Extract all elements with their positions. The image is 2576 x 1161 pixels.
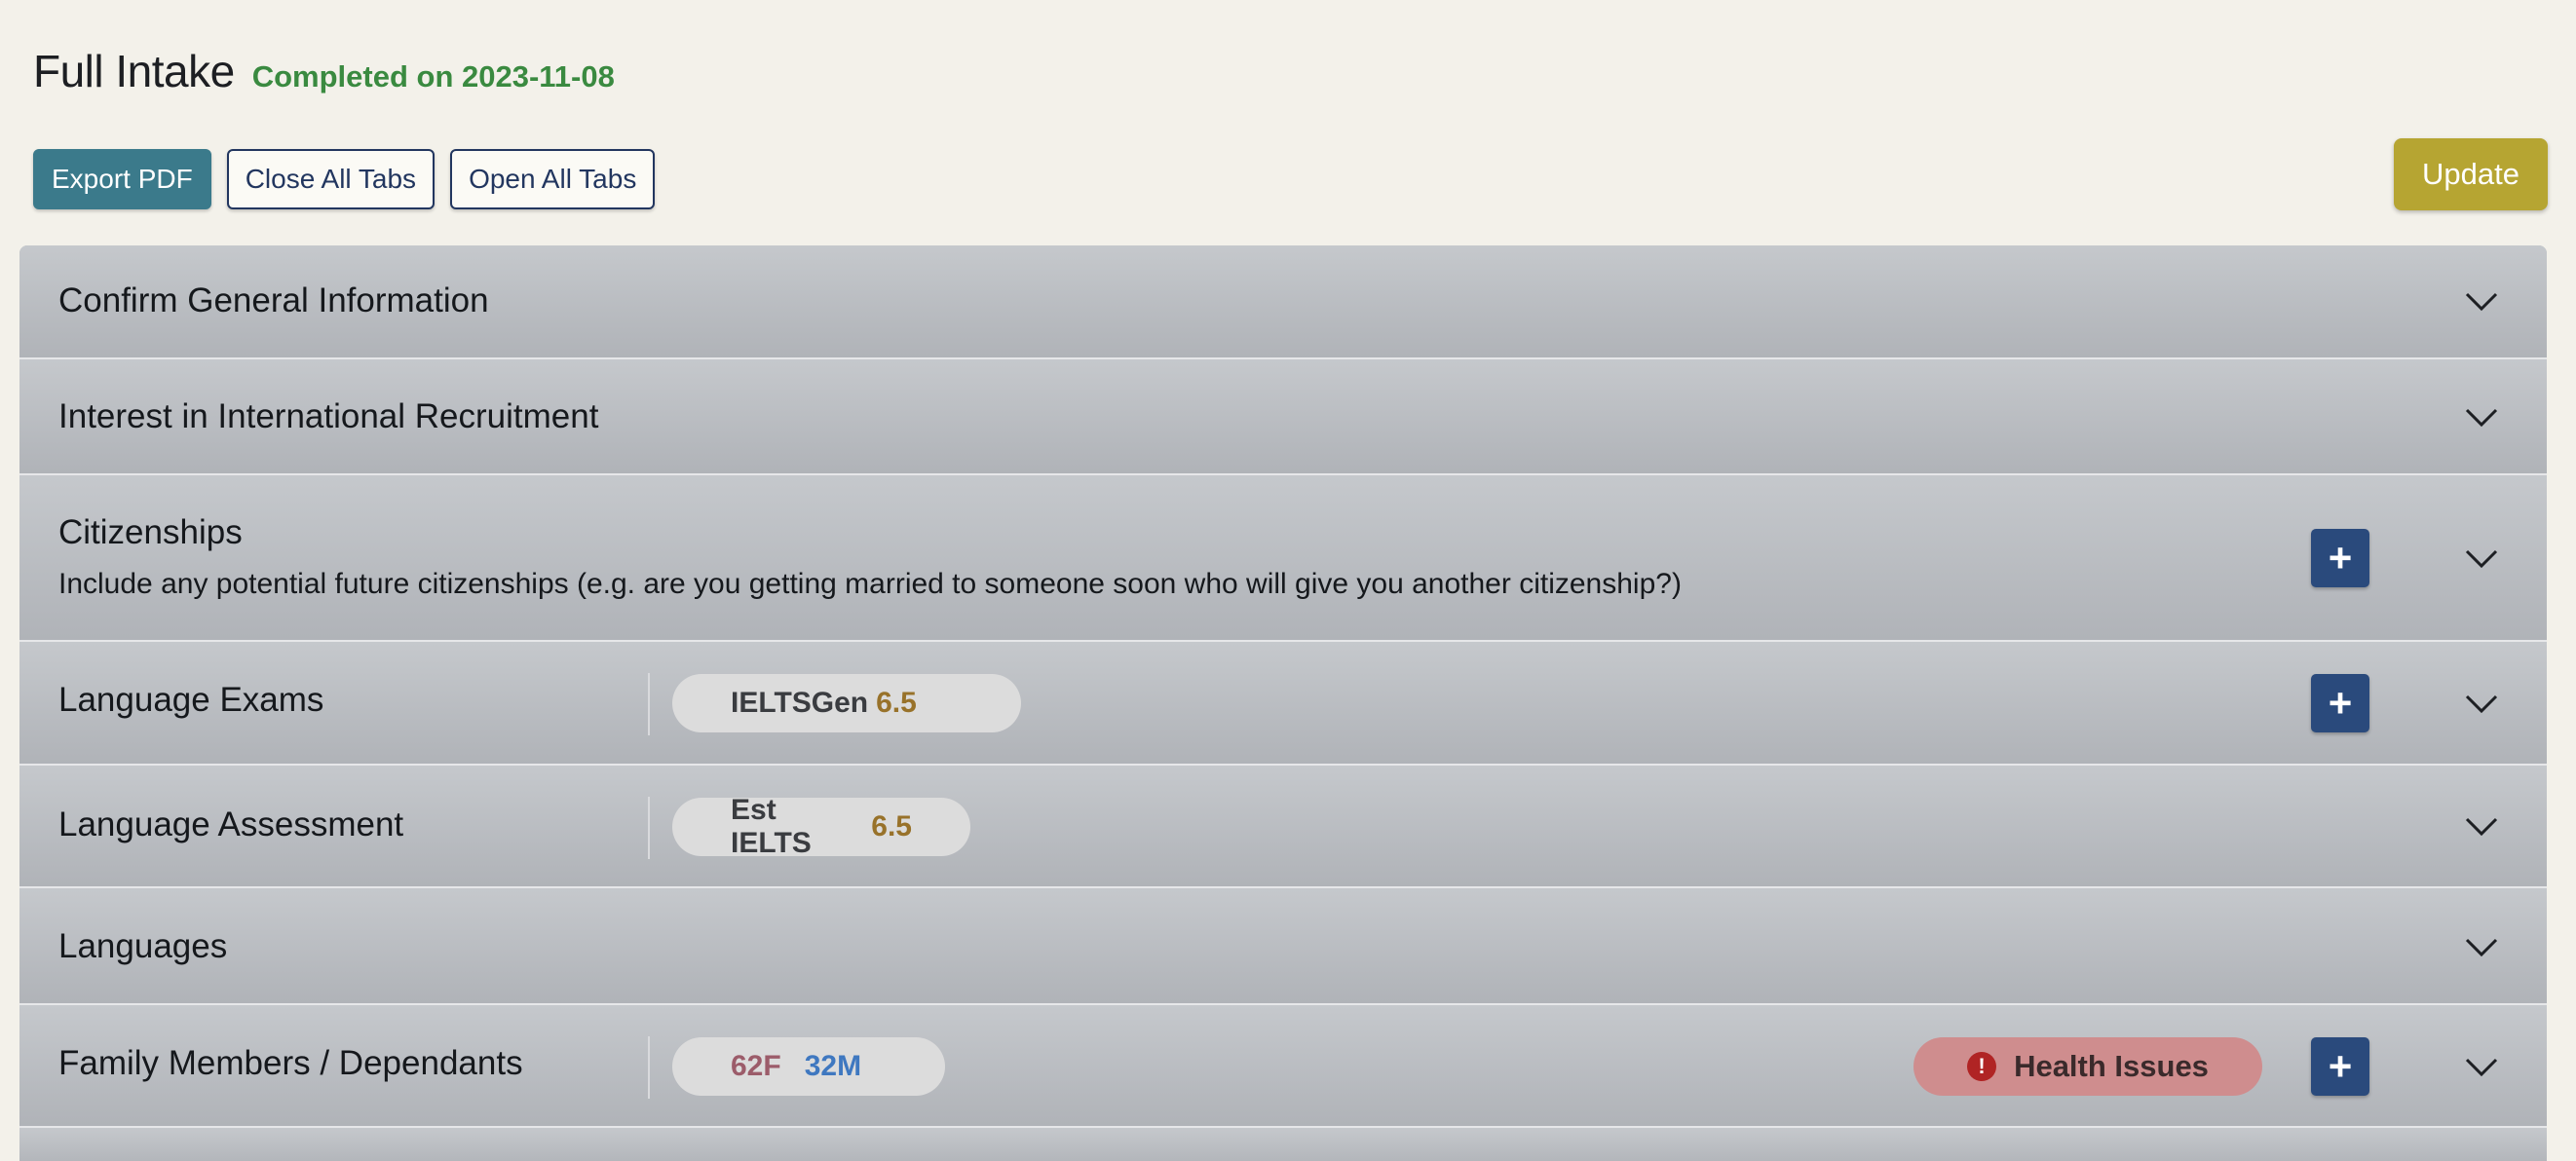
section-confirm-general-information[interactable]: Confirm General Information [19,245,2547,359]
language-exam-badge: IELTSGen 6.5 [672,674,1021,732]
chevron-down-icon[interactable] [2465,292,2498,312]
plus-icon: + [2328,680,2353,726]
section-next-partial[interactable] [19,1128,2547,1161]
member-female: 62F [731,1050,781,1082]
section-subtitle: Include any potential future citizenship… [58,568,1682,600]
add-language-exam-button[interactable]: + [2311,674,2369,732]
section-title: Languages [58,927,228,965]
section-international-recruitment[interactable]: Interest in International Recruitment [19,359,2547,475]
badge-label: IELTSGen [731,687,869,719]
page-header: Full Intake Completed on 2023-11-08 [33,45,615,97]
completion-status: Completed on 2023-11-08 [251,59,615,94]
language-assessment-badge: Est IELTS 6.5 [672,794,970,859]
page-title: Full Intake [33,46,235,96]
intake-accordion: Confirm General Information Interest in … [19,245,2547,1161]
health-issues-label: Health Issues [2014,1049,2209,1083]
member-male: 32M [804,1050,862,1082]
section-language-assessment[interactable]: Language Assessment Est IELTS 6.5 [19,766,2547,888]
section-title: Interest in International Recruitment [58,397,599,435]
plus-icon: + [2328,535,2353,580]
close-all-tabs-button[interactable]: Close All Tabs [226,149,436,209]
toolbar: Export PDF Close All Tabs Open All Tabs [33,149,656,209]
section-family-members[interactable]: Family Members / Dependants 62F 32M ! He… [19,1005,2547,1128]
chevron-down-icon[interactable] [2465,694,2498,714]
section-citizenships[interactable]: Citizenships Include any potential futur… [19,475,2547,642]
badge-score: 6.5 [871,810,912,843]
divider [648,673,650,735]
section-languages[interactable]: Languages [19,888,2547,1005]
export-pdf-button[interactable]: Export PDF [33,149,211,209]
divider [648,797,650,859]
chevron-down-icon[interactable] [2465,817,2498,837]
badge-score: 6.5 [876,687,917,719]
add-family-member-button[interactable]: + [2311,1037,2369,1096]
chevron-down-icon[interactable] [2465,938,2498,957]
section-title: Family Members / Dependants [58,1044,523,1082]
family-members-badge: 62F 32M [672,1037,945,1096]
add-citizenship-button[interactable]: + [2311,529,2369,587]
section-title: Language Exams [58,681,324,719]
health-issues-badge: ! Health Issues [1913,1037,2262,1096]
update-button[interactable]: Update [2394,138,2548,210]
plus-icon: + [2328,1043,2353,1089]
divider [648,1036,650,1099]
chevron-down-icon[interactable] [2465,1058,2498,1077]
chevron-down-icon[interactable] [2465,549,2498,569]
open-all-tabs-button[interactable]: Open All Tabs [450,149,656,209]
badge-label: Est IELTS [731,794,812,859]
section-title: Citizenships [58,513,243,551]
section-language-exams[interactable]: Language Exams IELTSGen 6.5 + [19,642,2547,766]
section-title: Language Assessment [58,805,404,843]
warning-icon: ! [1967,1052,1997,1081]
chevron-down-icon[interactable] [2465,408,2498,428]
section-title: Confirm General Information [58,281,489,319]
